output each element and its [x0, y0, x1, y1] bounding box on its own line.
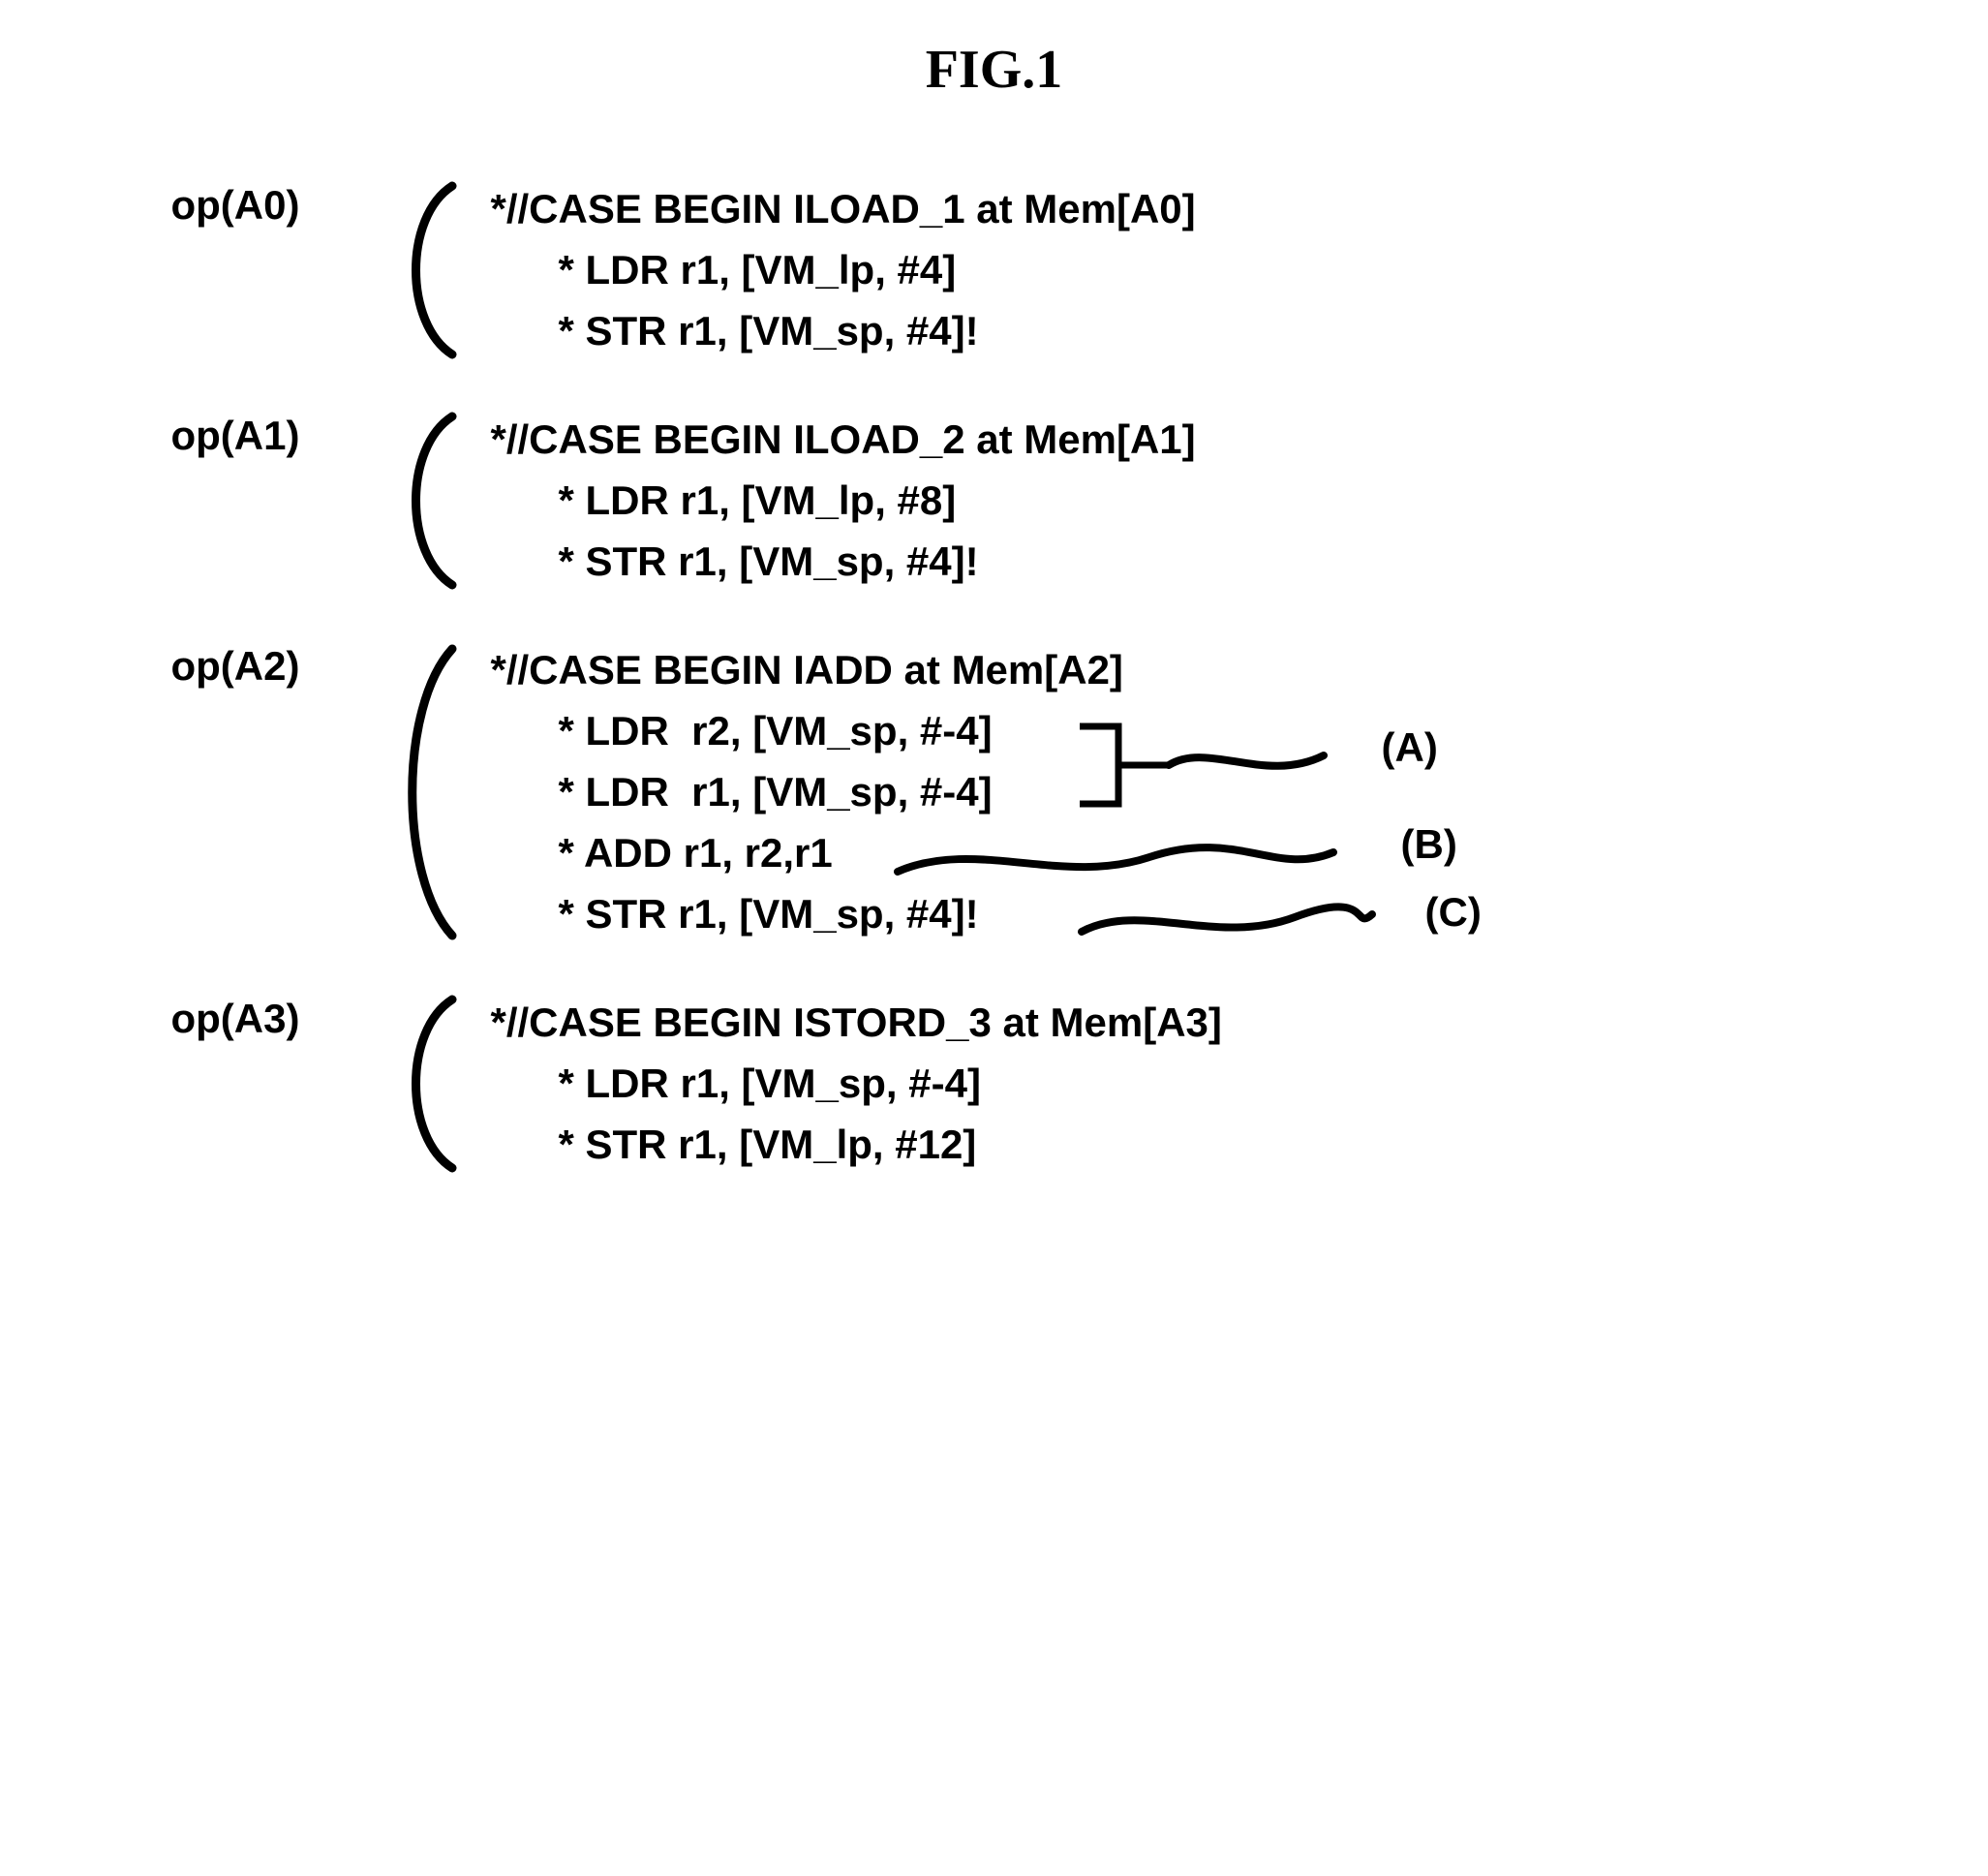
comment-a1: *//CASE BEGIN ILOAD_2 at Mem[A1]: [491, 409, 1196, 470]
annotation-label-a: (A): [1382, 717, 1438, 778]
instr: * STR r1, [VM_sp, #4]!: [491, 300, 1196, 361]
block-a0: op(A0) *//CASE BEGIN ILOAD_1 at Mem[A0] …: [171, 178, 1818, 362]
brace-icon: [384, 992, 472, 1176]
op-label-a2: op(A2): [171, 639, 384, 690]
comment-a3: *//CASE BEGIN ISTORD_3 at Mem[A3]: [491, 992, 1222, 1053]
block-a1: op(A1) *//CASE BEGIN ILOAD_2 at Mem[A1] …: [171, 409, 1818, 593]
instr: * ADD r1, r2,r1: [491, 822, 1537, 883]
op-label-a0: op(A0): [171, 178, 384, 229]
brace-icon: [384, 178, 472, 362]
op-label-a3: op(A3): [171, 992, 384, 1042]
instr: * LDR r2, [VM_sp, #-4]: [491, 700, 1537, 761]
brace-icon: [384, 409, 472, 593]
instr: * STR r1, [VM_sp, #4]!: [491, 883, 1537, 944]
instr: * LDR r1, [VM_lp, #8]: [491, 470, 1196, 531]
comment-a2: *//CASE BEGIN IADD at Mem[A2]: [491, 639, 1537, 700]
op-label-a1: op(A1): [171, 409, 384, 459]
instr: * STR r1, [VM_lp, #12]: [491, 1114, 1222, 1175]
block-a3: op(A3) *//CASE BEGIN ISTORD_3 at Mem[A3]…: [171, 992, 1818, 1176]
annotation-label-b: (B): [1401, 814, 1457, 875]
figure-title: FIG.1: [171, 39, 1818, 101]
instr: * LDR r1, [VM_lp, #4]: [491, 239, 1196, 300]
brace-icon: [384, 639, 472, 945]
annotation-label-c: (C): [1425, 881, 1482, 942]
instr: * LDR r1, [VM_sp, #-4]: [491, 1053, 1222, 1114]
instr: * STR r1, [VM_sp, #4]!: [491, 531, 1196, 592]
comment-a0: *//CASE BEGIN ILOAD_1 at Mem[A0]: [491, 178, 1196, 239]
block-a2: op(A2) *//CASE BEGIN IADD at Mem[A2] * L…: [171, 639, 1818, 945]
instr: * LDR r1, [VM_sp, #-4]: [491, 761, 1537, 822]
